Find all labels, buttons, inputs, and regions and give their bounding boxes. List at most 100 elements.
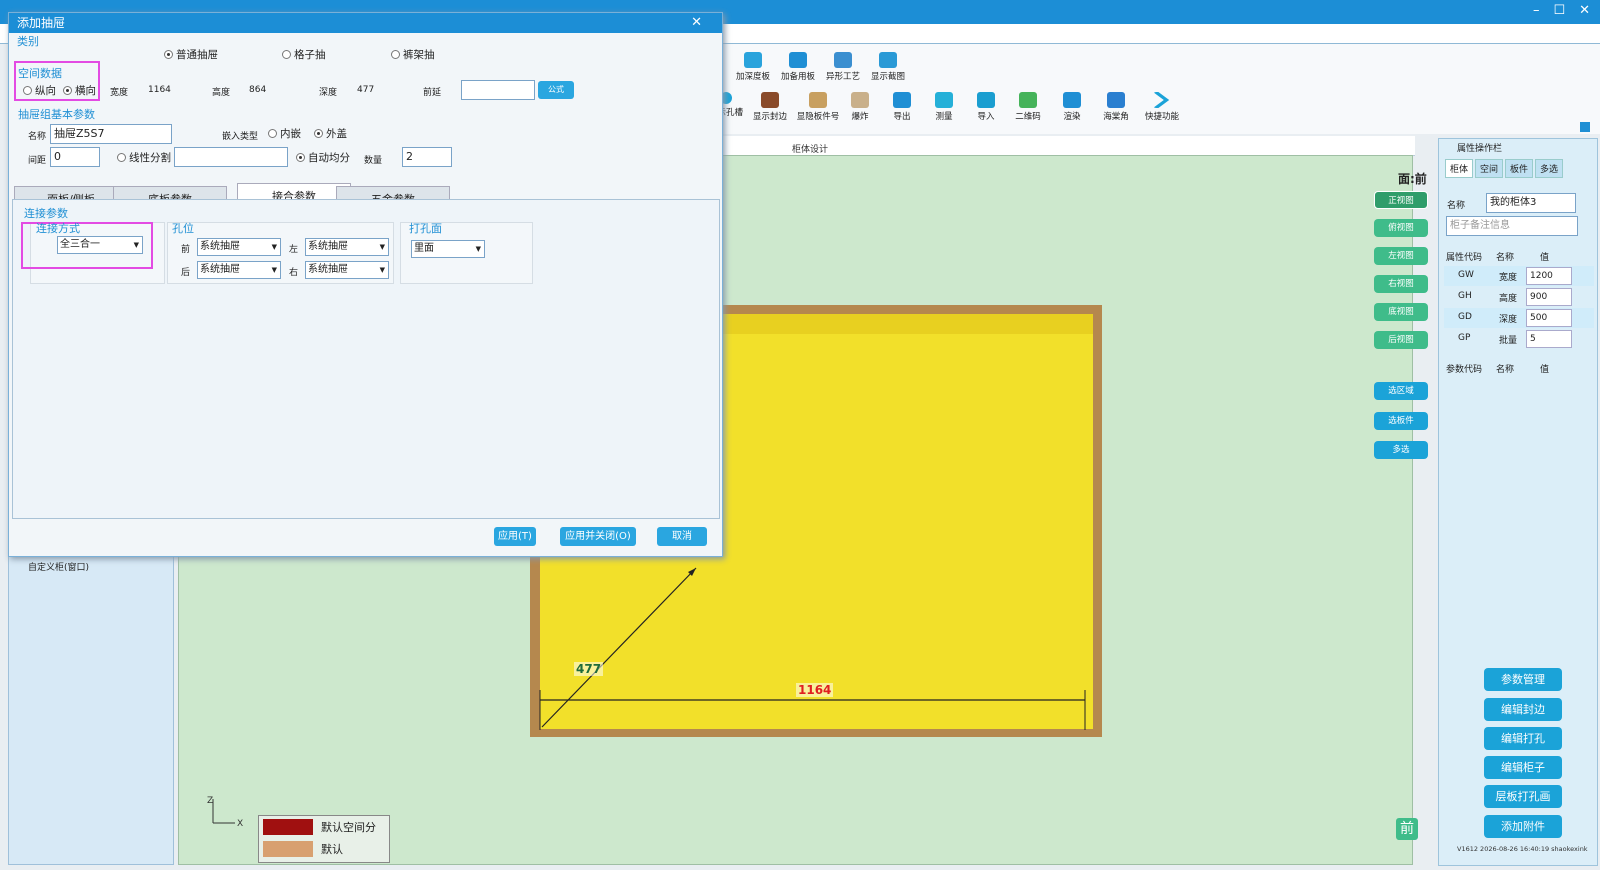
hole-front-select[interactable]: 系统抽屉 ▼	[197, 238, 281, 256]
apply-button[interactable]: 应用(T)	[494, 527, 536, 546]
depth-dimension-label: 477	[574, 662, 604, 676]
corner-icon	[1107, 92, 1125, 108]
edit-drill-button[interactable]: 编辑打孔	[1484, 727, 1562, 750]
tab-space[interactable]: 空间	[1475, 159, 1504, 178]
hole-position-label: 孔位	[172, 222, 194, 235]
grid-toggle-icon[interactable]	[1580, 122, 1590, 132]
space-data-label: 空间数据	[18, 67, 62, 80]
radio-normal-drawer[interactable]: 普通抽屉	[164, 47, 218, 62]
depth-value: 477	[357, 85, 375, 95]
spare-board-icon	[789, 52, 807, 68]
radio-grid-drawer[interactable]: 格子抽	[282, 47, 326, 62]
tab-cabinet[interactable]: 柜体	[1445, 159, 1474, 178]
toolbar-corner[interactable]: 海棠角	[1090, 92, 1142, 122]
radio-checked-icon	[164, 50, 173, 59]
toolbar-screenshot[interactable]: 显示截图	[862, 52, 914, 82]
prop-row: GP 批量 5	[1444, 329, 1594, 349]
drill-face-select[interactable]: 里面 ▼	[411, 240, 485, 258]
radio-overlay[interactable]: 外盖	[314, 126, 347, 141]
radio-auto-split[interactable]: 自动均分	[296, 150, 350, 165]
depth-dimension-line	[541, 567, 697, 728]
height-value: 864	[249, 85, 267, 95]
prop-value-input[interactable]: 500	[1526, 309, 1572, 327]
explode-icon	[851, 92, 869, 108]
front-view-cube[interactable]: 前	[1396, 818, 1418, 840]
front-extend-input[interactable]	[461, 80, 535, 100]
window-controls: – ☐ ✕	[1533, 3, 1590, 18]
viewport-tab-title[interactable]: 柜体设计	[792, 142, 828, 155]
radio-icon	[391, 50, 400, 59]
edit-cabinet-button[interactable]: 编辑柜子	[1484, 756, 1562, 779]
dimension-lines	[539, 567, 1086, 730]
prop-value-input[interactable]: 5	[1526, 330, 1572, 348]
legend-label: 默认	[321, 843, 343, 856]
measure-icon	[935, 92, 953, 108]
count-input[interactable]: 2	[402, 147, 452, 167]
toolbar-quick[interactable]: 快捷功能	[1136, 92, 1188, 122]
face-indicator: 面:前	[1398, 172, 1427, 186]
minimize-icon[interactable]: –	[1533, 3, 1540, 18]
front-extend-label: 前延	[423, 88, 442, 98]
cabinet-note-input[interactable]: 柜子备注信息	[1446, 216, 1578, 236]
right-view-button[interactable]: 右视图	[1374, 275, 1428, 293]
connect-params-label: 连接参数	[24, 207, 68, 220]
multi-select-button[interactable]: 多选	[1374, 441, 1428, 459]
maximize-icon[interactable]: ☐	[1553, 3, 1565, 18]
radio-icon	[282, 50, 291, 59]
hole-front-label: 前	[181, 245, 191, 255]
property-tabs: 柜体 空间 板件 多选	[1439, 159, 1597, 178]
edit-edge-button[interactable]: 编辑封边	[1484, 698, 1562, 721]
version-text: V1612 2026-08-26 16:40:19 shaokexink	[1457, 845, 1588, 853]
prop-value-input[interactable]: 900	[1526, 288, 1572, 306]
conn-method-label: 连接方式	[36, 222, 80, 235]
deepen-board-icon	[744, 52, 762, 68]
radio-vertical[interactable]: 纵向	[23, 83, 56, 98]
name-label: 名称	[28, 132, 47, 142]
hole-right-select[interactable]: 系统抽屉 ▼	[305, 261, 389, 279]
select-board-button[interactable]: 选板件	[1374, 412, 1428, 430]
add-attachment-button[interactable]: 添加附件	[1484, 815, 1562, 838]
tab-multi[interactable]: 多选	[1535, 159, 1564, 178]
left-view-button[interactable]: 左视图	[1374, 247, 1428, 265]
toolbar-edge[interactable]: 显示封边	[744, 92, 796, 122]
close-icon[interactable]: ✕	[691, 13, 702, 33]
top-view-button[interactable]: 俯视图	[1374, 219, 1428, 237]
hole-back-select[interactable]: 系统抽屉 ▼	[197, 261, 281, 279]
cancel-button[interactable]: 取消	[657, 527, 707, 546]
shelf-drill-button[interactable]: 层板打孔画	[1484, 785, 1562, 808]
hole-left-select[interactable]: 系统抽屉 ▼	[305, 238, 389, 256]
width-label: 宽度	[110, 88, 129, 98]
tab-board[interactable]: 板件	[1505, 159, 1534, 178]
linear-split-input[interactable]	[174, 147, 288, 167]
radio-inset[interactable]: 内嵌	[268, 126, 301, 141]
material-legend: 默认空间分 默认	[258, 815, 390, 863]
bottom-view-button[interactable]: 底视图	[1374, 303, 1428, 321]
radio-horizontal[interactable]: 横向	[63, 83, 96, 98]
radio-icon	[23, 86, 32, 95]
conn-method-select[interactable]: 全三合一 ▼	[57, 236, 143, 254]
gap-input[interactable]: 0	[50, 147, 100, 167]
export-icon	[893, 92, 911, 108]
close-icon[interactable]: ✕	[1579, 3, 1590, 18]
radio-trouser-drawer[interactable]: 裤架抽	[391, 47, 435, 62]
prop-value-input[interactable]: 1200	[1526, 267, 1572, 285]
cabinet-name-input[interactable]: 我的柜体3	[1486, 193, 1576, 213]
prop-row: GW 宽度 1200	[1444, 266, 1594, 286]
axis-gizmo: ZX	[205, 795, 255, 833]
back-view-button[interactable]: 后视图	[1374, 331, 1428, 349]
radio-linear-split[interactable]: 线性分割	[117, 150, 171, 165]
legend-row: 默认空间分	[259, 816, 389, 838]
apply-close-button[interactable]: 应用并关闭(O)	[560, 527, 636, 546]
prop-header: 属性代码 名称值	[1446, 253, 1550, 263]
chevron-down-icon: ▼	[379, 243, 385, 251]
drawer-name-input[interactable]: 抽屉Z5S7	[50, 124, 172, 144]
shape-process-icon	[834, 52, 852, 68]
formula-button[interactable]: 公式	[538, 81, 574, 99]
front-view-button[interactable]: 正视图	[1374, 191, 1428, 209]
legend-swatch	[263, 841, 313, 857]
svg-text:X: X	[237, 819, 243, 829]
import-icon	[977, 92, 995, 108]
param-manage-button[interactable]: 参数管理	[1484, 668, 1562, 691]
left-panel-item[interactable]: 自定义柜(窗口)	[28, 560, 89, 573]
select-area-button[interactable]: 选区域	[1374, 382, 1428, 400]
